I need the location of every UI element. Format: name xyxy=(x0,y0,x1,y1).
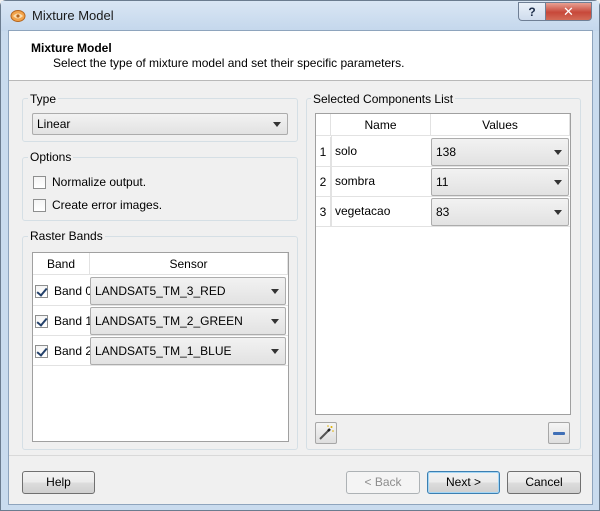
raster-bands-group-title: Raster Bands xyxy=(28,229,105,243)
cancel-button[interactable]: Cancel xyxy=(507,471,581,494)
row-divider xyxy=(316,226,570,227)
component-name-cell[interactable]: vegetacao xyxy=(335,197,390,226)
band-0-checkbox[interactable] xyxy=(35,284,48,298)
values-column-header[interactable]: Values xyxy=(431,114,570,136)
raster-bands-table: Band Sensor Band 0 LANDSAT5_TM_3_RED Ban… xyxy=(32,252,289,442)
band-0-cell[interactable]: Band 0 xyxy=(35,284,92,298)
band-1-sensor-select[interactable]: LANDSAT5_TM_2_GREEN xyxy=(90,307,286,335)
components-group-title: Selected Components List xyxy=(311,92,456,106)
name-column-header[interactable]: Name xyxy=(331,114,431,136)
help-caption-button[interactable]: ? xyxy=(518,2,545,21)
component-value-select[interactable]: 83 xyxy=(431,198,569,226)
app-icon xyxy=(10,10,26,22)
band-2-label: Band 2 xyxy=(54,344,93,358)
create-error-images-label: Create error images. xyxy=(52,198,163,212)
page-subtitle: Select the type of mixture model and set… xyxy=(53,56,405,70)
minus-icon xyxy=(553,432,565,435)
dialog-window: Mixture Model ? ✕ Mixture Model Select t… xyxy=(0,0,600,511)
band-1-checkbox[interactable] xyxy=(35,314,48,328)
close-icon: ✕ xyxy=(563,3,574,19)
normalize-output-label: Normalize output. xyxy=(52,175,147,189)
chevron-down-icon xyxy=(554,150,562,155)
components-table: Name Values 1 solo 138 2 sombra 11 3 veg… xyxy=(315,113,571,415)
help-icon: ? xyxy=(528,4,536,19)
chevron-down-icon xyxy=(271,319,279,324)
back-button-label: < Back xyxy=(364,475,402,489)
back-button[interactable]: < Back xyxy=(346,471,420,494)
band-2-sensor-value: LANDSAT5_TM_1_BLUE xyxy=(95,344,232,358)
band-column-header[interactable]: Band xyxy=(33,253,90,275)
options-group-title: Options xyxy=(28,150,74,164)
magic-wand-icon xyxy=(319,425,334,440)
help-button[interactable]: Help xyxy=(22,471,95,494)
chevron-down-icon xyxy=(273,122,281,127)
row-index[interactable]: 2 xyxy=(316,167,331,197)
row-divider xyxy=(33,335,288,336)
row-divider xyxy=(33,365,288,366)
normalize-output-option[interactable]: Normalize output. xyxy=(33,175,146,189)
band-2-sensor-select[interactable]: LANDSAT5_TM_1_BLUE xyxy=(90,337,286,365)
magic-wand-button[interactable] xyxy=(315,422,337,444)
band-2-checkbox[interactable] xyxy=(35,344,48,358)
component-value-select[interactable]: 138 xyxy=(431,138,569,166)
normalize-output-checkbox[interactable] xyxy=(33,175,46,189)
type-select-value: Linear xyxy=(37,117,71,131)
component-value: 11 xyxy=(436,175,449,189)
create-error-images-option[interactable]: Create error images. xyxy=(33,198,162,212)
remove-component-button[interactable] xyxy=(548,422,570,444)
row-header-corner xyxy=(316,114,331,136)
chevron-down-icon xyxy=(554,180,562,185)
band-1-sensor-value: LANDSAT5_TM_2_GREEN xyxy=(95,314,243,328)
title-bar[interactable]: Mixture Model ? ✕ xyxy=(1,1,599,31)
wizard-header: Mixture Model Select the type of mixture… xyxy=(9,31,592,81)
component-name-cell[interactable]: sombra xyxy=(335,167,375,196)
component-value: 83 xyxy=(436,205,450,219)
footer-divider xyxy=(9,455,592,456)
component-name-cell[interactable]: solo xyxy=(335,137,357,166)
component-value-select[interactable]: 11 xyxy=(431,168,569,196)
help-button-label: Help xyxy=(46,475,71,489)
dialog-body: Mixture Model Select the type of mixture… xyxy=(8,30,593,505)
band-0-sensor-value: LANDSAT5_TM_3_RED xyxy=(95,284,226,298)
next-button-label: Next > xyxy=(445,475,481,489)
next-button[interactable]: Next > xyxy=(427,471,500,494)
row-index[interactable]: 3 xyxy=(316,197,331,227)
band-2-cell[interactable]: Band 2 xyxy=(35,344,92,358)
chevron-down-icon xyxy=(554,210,562,215)
row-divider xyxy=(33,305,288,306)
band-1-cell[interactable]: Band 1 xyxy=(35,314,92,328)
window-title: Mixture Model xyxy=(32,8,114,23)
type-group-title: Type xyxy=(28,92,59,106)
sensor-column-header[interactable]: Sensor xyxy=(90,253,288,275)
chevron-down-icon xyxy=(271,349,279,354)
row-index[interactable]: 1 xyxy=(316,137,331,167)
page-title: Mixture Model xyxy=(31,41,112,55)
cancel-button-label: Cancel xyxy=(525,475,563,489)
row-header-divider xyxy=(331,136,332,226)
type-select[interactable]: Linear xyxy=(32,113,288,135)
component-value: 138 xyxy=(436,145,457,159)
close-button[interactable]: ✕ xyxy=(545,2,592,21)
create-error-images-checkbox[interactable] xyxy=(33,198,46,212)
band-0-label: Band 0 xyxy=(54,284,93,298)
band-0-sensor-select[interactable]: LANDSAT5_TM_3_RED xyxy=(90,277,286,305)
chevron-down-icon xyxy=(271,289,279,294)
band-1-label: Band 1 xyxy=(54,314,93,328)
